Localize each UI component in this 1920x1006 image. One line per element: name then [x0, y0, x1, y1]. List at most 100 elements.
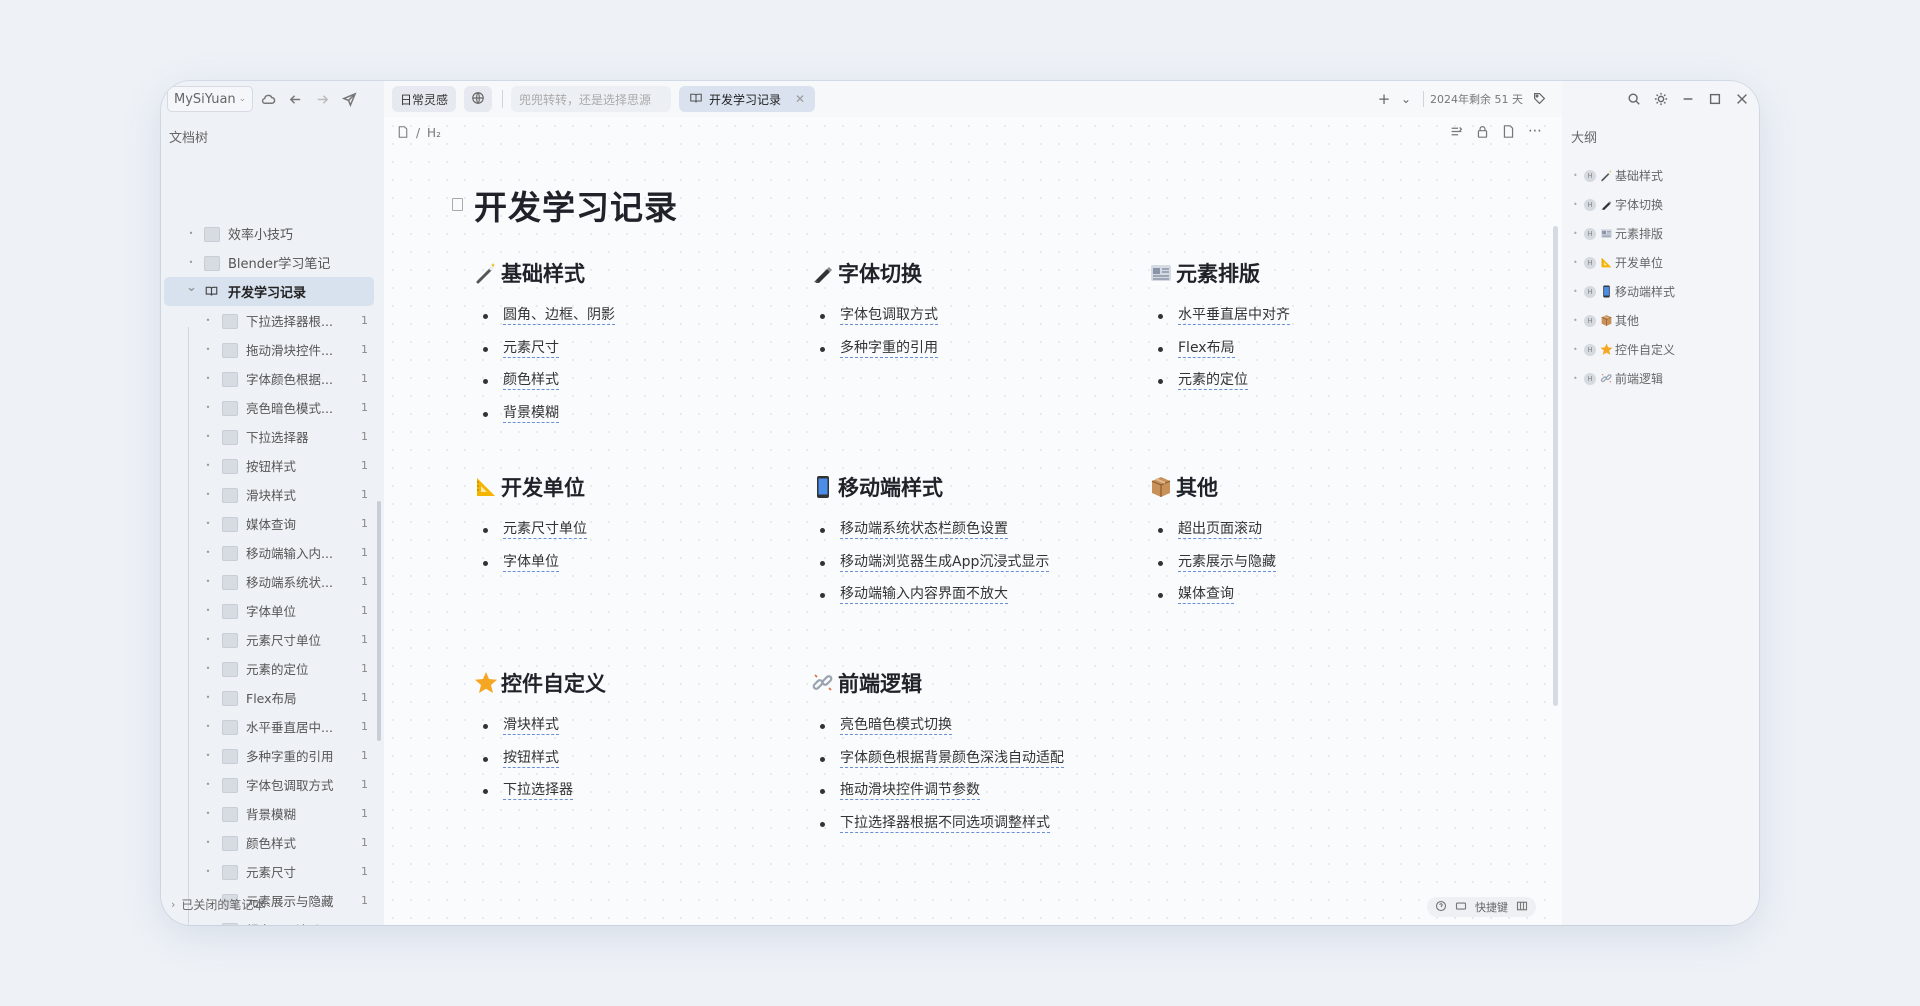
shortcut-label[interactable]: 快捷键 — [1475, 899, 1508, 915]
send-icon[interactable] — [337, 87, 361, 111]
bullet-icon[interactable]: • — [203, 374, 213, 383]
layout-icon[interactable] — [1516, 900, 1528, 915]
bullet-icon[interactable]: • — [203, 490, 213, 499]
bullet-icon[interactable]: • — [203, 722, 213, 731]
file-icon[interactable] — [397, 125, 409, 141]
bullet-icon[interactable]: • — [203, 751, 213, 760]
bullet-icon[interactable]: • — [203, 693, 213, 702]
section-heading[interactable]: 字体切换 — [811, 256, 938, 290]
sidebar-scrollbar[interactable] — [377, 501, 381, 741]
bullet-icon[interactable]: • — [203, 345, 213, 354]
outline-item[interactable]: • H 前端逻辑 — [1573, 364, 1675, 393]
chevron-down-icon[interactable]: ⌄ — [186, 280, 197, 295]
block-ref-link[interactable]: 媒体查询 — [1178, 586, 1234, 605]
sidebar-item[interactable]: • 移动端输入内... 1 — [164, 538, 374, 567]
sidebar-item[interactable]: ⌄ 开发学习记录 — [164, 277, 374, 306]
back-arrow-icon[interactable] — [283, 87, 307, 111]
sidebar-item[interactable]: • 颜色样式 1 — [164, 828, 374, 857]
sidebar-item[interactable]: • 背景模糊 1 — [164, 799, 374, 828]
help-icon[interactable] — [1435, 900, 1447, 915]
bullet-icon[interactable]: • — [186, 258, 196, 267]
sidebar-item[interactable]: • 媒体查询 1 — [164, 509, 374, 538]
sidebar-item[interactable]: • 元素尺寸单位 1 — [164, 625, 374, 654]
sidebar-item[interactable]: • 下拉选择器根... 1 — [164, 306, 374, 335]
sidebar-item[interactable]: • 多种字重的引用 1 — [164, 741, 374, 770]
page-title[interactable]: 开发学习记录 — [474, 181, 678, 229]
block-ref-link[interactable]: 颜色样式 — [503, 372, 559, 391]
sidebar-item[interactable]: • 按钮样式 1 — [164, 451, 374, 480]
breadcrumb-heading[interactable]: H₂ — [427, 126, 441, 140]
bullet-icon[interactable]: • — [186, 229, 196, 238]
sun-icon[interactable] — [1647, 85, 1674, 113]
tag-icon[interactable] — [1533, 90, 1546, 109]
block-ref-link[interactable]: 字体颜色根据背景颜色深浅自动适配 — [840, 750, 1064, 768]
block-ref-link[interactable]: 移动端输入内容界面不放大 — [840, 586, 1008, 605]
export-file-icon[interactable] — [1500, 123, 1516, 139]
outline-item[interactable]: • H 元素排版 — [1573, 219, 1675, 248]
forward-arrow-icon[interactable] — [310, 87, 334, 111]
plus-icon[interactable]: + — [1373, 90, 1395, 108]
block-ref-link[interactable]: 多种字重的引用 — [840, 340, 938, 358]
outline-item[interactable]: • H 字体切换 — [1573, 190, 1675, 219]
tab-daily[interactable]: 日常灵感 — [392, 86, 457, 112]
sidebar-item[interactable]: • Flex布局 1 — [164, 683, 374, 712]
maximize-icon[interactable] — [1701, 85, 1728, 113]
section-heading[interactable]: 移动端样式 — [811, 470, 1049, 504]
section-heading[interactable]: 其他 — [1149, 470, 1276, 504]
more-icon[interactable]: ⋯ — [1526, 123, 1544, 139]
sidebar-item[interactable]: • 水平垂直居中... 1 — [164, 712, 374, 741]
search-input[interactable]: 兜兜转转，还是选择思源 — [511, 86, 672, 112]
section-heading[interactable]: 基础样式 — [474, 256, 615, 290]
bullet-icon[interactable]: • — [203, 316, 213, 325]
outline-item[interactable]: • H 其他 — [1573, 306, 1675, 335]
cloud-sync-icon[interactable] — [256, 87, 280, 111]
sidebar-item[interactable]: • 滑块样式 1 — [164, 480, 374, 509]
outline-item[interactable]: • H 移动端样式 — [1573, 277, 1675, 306]
workspace-button[interactable]: MySiYuan ⌄ — [167, 86, 254, 112]
search-icon[interactable] — [1620, 85, 1647, 113]
sidebar-item[interactable]: • 亮色暗色模式... 1 — [164, 393, 374, 422]
bullet-icon[interactable]: • — [203, 432, 213, 441]
block-ref-link[interactable]: 移动端系统状态栏颜色设置 — [840, 521, 1008, 540]
bullet-icon[interactable]: • — [203, 780, 213, 789]
sidebar-item[interactable]: • 元素的定位 1 — [164, 654, 374, 683]
section-heading[interactable]: 元素排版 — [1149, 256, 1290, 290]
section-heading[interactable]: 开发单位 — [474, 470, 587, 504]
outline-item[interactable]: • H 基础样式 — [1573, 161, 1675, 190]
block-ref-link[interactable]: 下拉选择器根据不同选项调整样式 — [840, 815, 1050, 834]
bullet-icon[interactable]: • — [203, 461, 213, 470]
block-ref-link[interactable]: 滑块样式 — [503, 717, 559, 736]
section-heading[interactable]: 控件自定义 — [474, 666, 606, 700]
bullet-icon[interactable]: • — [203, 664, 213, 673]
block-ref-link[interactable]: 超出页面滚动 — [1178, 521, 1262, 540]
block-ref-link[interactable]: 元素尺寸 — [503, 340, 559, 358]
sidebar-item[interactable]: • 元素尺寸 1 — [164, 857, 374, 886]
close-icon[interactable] — [1728, 85, 1755, 113]
block-ref-link[interactable]: 亮色暗色模式切换 — [840, 717, 952, 736]
lock-icon[interactable] — [1474, 123, 1490, 139]
minimize-icon[interactable] — [1674, 85, 1701, 113]
editor-scrollbar[interactable] — [1553, 226, 1558, 706]
section-heading[interactable]: 前端逻辑 — [811, 666, 1064, 700]
block-ref-link[interactable]: 元素展示与隐藏 — [1178, 554, 1276, 572]
doc-icon[interactable] — [452, 198, 463, 211]
block-ref-link[interactable]: 下拉选择器 — [503, 782, 573, 801]
sidebar-item[interactable]: • 字体单位 1 — [164, 596, 374, 625]
bullet-icon[interactable]: • — [203, 606, 213, 615]
block-ref-link[interactable]: 拖动滑块控件调节参数 — [840, 782, 980, 801]
outline-toggle-icon[interactable] — [1448, 123, 1464, 139]
bullet-icon[interactable]: • — [203, 838, 213, 847]
closed-notebooks[interactable]: › 已关闭的笔记本 — [171, 896, 265, 913]
bullet-icon[interactable]: • — [203, 548, 213, 557]
block-ref-link[interactable]: 元素的定位 — [1178, 372, 1248, 391]
sidebar-item[interactable]: • Blender学习笔记 — [164, 248, 374, 277]
sidebar-item[interactable]: • 移动端系统状... 1 — [164, 567, 374, 596]
close-tab-icon[interactable]: ✕ — [795, 92, 805, 106]
block-ref-link[interactable]: 元素尺寸单位 — [503, 521, 587, 540]
sidebar-item[interactable]: • 效率小技巧 — [164, 219, 374, 248]
sidebar-item[interactable]: • 字体颜色根据... 1 — [164, 364, 374, 393]
sidebar-item[interactable]: • 下拉选择器 1 — [164, 422, 374, 451]
bullet-icon[interactable]: • — [203, 635, 213, 644]
block-ref-link[interactable]: 水平垂直居中对齐 — [1178, 307, 1290, 326]
tab-active[interactable]: 开发学习记录 ✕ — [679, 86, 816, 112]
